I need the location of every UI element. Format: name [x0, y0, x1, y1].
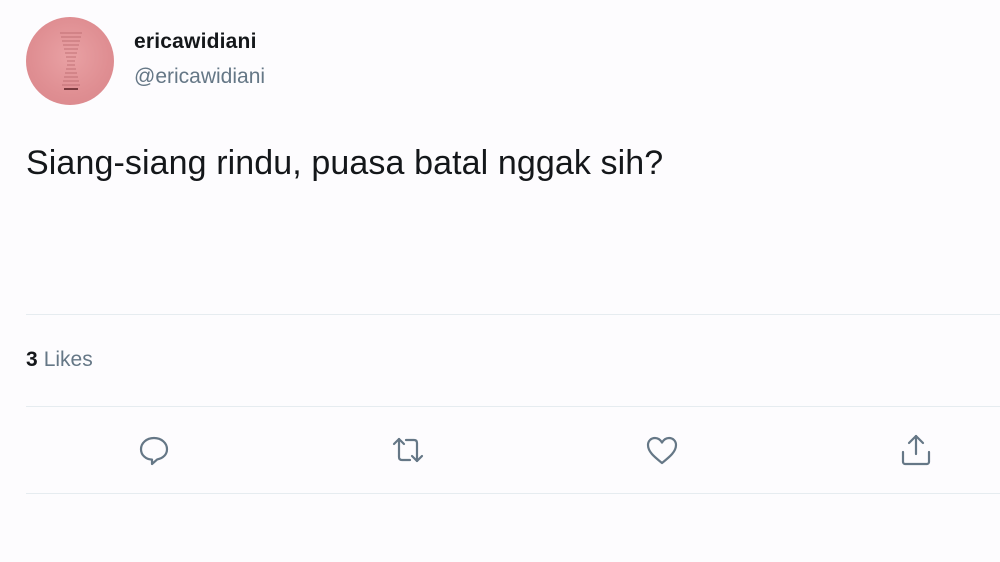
avatar[interactable] — [26, 17, 114, 105]
reply-button[interactable] — [136, 432, 172, 468]
share-button[interactable] — [898, 432, 934, 468]
tweet-card: ericawidiani @ericawidiani Siang-siang r… — [0, 0, 1000, 562]
user-handle[interactable]: @ericawidiani — [134, 65, 265, 89]
tweet-text: Siang-siang rindu, puasa batal nggak sih… — [26, 144, 664, 182]
heart-icon — [646, 436, 678, 465]
display-name[interactable]: ericawidiani — [134, 30, 257, 54]
likes-label: Likes — [43, 348, 93, 371]
likes-stat[interactable]: 3 Likes — [26, 348, 93, 372]
likes-count: 3 — [26, 348, 38, 371]
divider — [26, 493, 1000, 494]
avatar-artwork — [60, 32, 82, 90]
divider — [26, 406, 1000, 407]
retweet-button[interactable] — [390, 432, 426, 468]
reply-icon — [139, 436, 169, 466]
divider — [26, 314, 1000, 315]
share-icon — [901, 434, 931, 466]
retweet-icon — [392, 437, 424, 463]
like-button[interactable] — [644, 432, 680, 468]
